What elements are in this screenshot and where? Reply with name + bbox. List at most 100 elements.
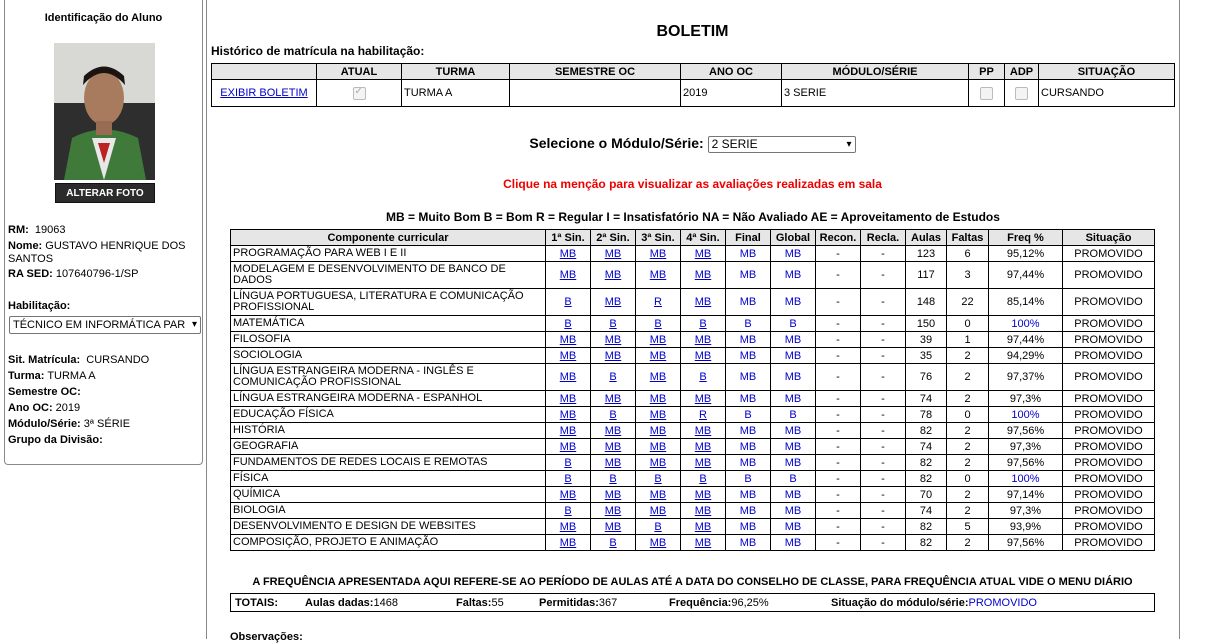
grade-link[interactable]: MB <box>560 489 577 501</box>
grade-link[interactable]: MB <box>605 269 622 281</box>
grade-link[interactable]: MB <box>695 350 712 362</box>
component-name: PROGRAMAÇÃO PARA WEB I E II <box>230 245 546 262</box>
grade-link[interactable]: MB <box>650 489 667 501</box>
reconsideration: - <box>815 502 861 519</box>
grade-link[interactable]: MB <box>695 248 712 260</box>
grade-link[interactable]: MB <box>650 371 667 383</box>
history-semestre <box>509 79 681 107</box>
grade-link[interactable]: MB <box>560 334 577 346</box>
grade-link[interactable]: MB <box>650 269 667 281</box>
grade-link[interactable]: B <box>564 318 571 330</box>
habilitation-select[interactable]: TÉCNICO EM INFORMÁTICA PAR ▾ <box>9 316 201 334</box>
grade-link[interactable]: MB <box>560 537 577 549</box>
status: PROMOVIDO <box>1062 486 1155 503</box>
grade-link[interactable]: MB <box>695 269 712 281</box>
history-col-6: PP <box>968 63 1005 80</box>
rm-row: RM: 19063 <box>8 224 66 236</box>
grade-link[interactable]: MB <box>560 269 577 281</box>
frequency: 97,44% <box>988 261 1063 289</box>
grade-link[interactable]: MB <box>650 537 667 549</box>
grade-link[interactable]: B <box>699 371 706 383</box>
grade-link[interactable]: MB <box>650 350 667 362</box>
modulo-row: Módulo/Série: 3ª SÉRIE <box>8 418 131 430</box>
grade-link[interactable]: MB <box>605 505 622 517</box>
grade-link[interactable]: MB <box>560 425 577 437</box>
grade-link[interactable]: MB <box>695 296 712 308</box>
grade-link[interactable]: MB <box>650 393 667 405</box>
final-grade: MB <box>725 347 771 364</box>
rm-value: 19063 <box>34 224 66 236</box>
grade-link[interactable]: B <box>564 296 571 308</box>
grade-link[interactable]: B <box>564 473 571 485</box>
classes-count: 117 <box>905 261 947 289</box>
grade-link[interactable]: B <box>609 473 616 485</box>
grade-link[interactable]: MB <box>650 409 667 421</box>
component-name: HISTÓRIA <box>230 422 546 439</box>
ano-row: Ano OC: 2019 <box>8 402 81 414</box>
grade-link[interactable]: B <box>609 371 616 383</box>
complaint: - <box>860 422 906 439</box>
grade-link[interactable]: R <box>654 296 662 308</box>
grade-link[interactable]: B <box>609 537 616 549</box>
grade-link[interactable]: MB <box>695 441 712 453</box>
grade-link[interactable]: MB <box>650 441 667 453</box>
grade-link[interactable]: MB <box>605 521 622 533</box>
grade-link[interactable]: B <box>564 505 571 517</box>
grade-link[interactable]: MB <box>560 350 577 362</box>
grade-link[interactable]: R <box>699 409 707 421</box>
grade-link[interactable]: MB <box>695 393 712 405</box>
grade-link[interactable]: MB <box>560 248 577 260</box>
grade-link[interactable]: B <box>654 473 661 485</box>
table-row: LÍNGUA PORTUGUESA, LITERATURA E COMUNICA… <box>230 288 1155 316</box>
grade-link[interactable]: MB <box>695 489 712 501</box>
grade-link[interactable]: MB <box>650 334 667 346</box>
final-grade: MB <box>725 422 771 439</box>
grade-link[interactable]: MB <box>605 425 622 437</box>
grade-link[interactable]: B <box>654 318 661 330</box>
grade-link[interactable]: MB <box>650 425 667 437</box>
grade-link[interactable]: MB <box>695 537 712 549</box>
grade-link[interactable]: MB <box>695 334 712 346</box>
grades-col-8: Recla. <box>860 229 906 246</box>
grade-link[interactable]: MB <box>605 296 622 308</box>
grade-link[interactable]: MB <box>560 393 577 405</box>
grades-col-4: 4ª Sin. <box>680 229 726 246</box>
module-select[interactable]: 2 SERIE ▾ <box>707 135 856 153</box>
grade-link[interactable]: MB <box>650 457 667 469</box>
grade-link[interactable]: MB <box>605 248 622 260</box>
grade-link[interactable]: MB <box>605 393 622 405</box>
grade-link[interactable]: B <box>609 318 616 330</box>
history-col-1: ATUAL <box>316 63 402 80</box>
grade-link[interactable]: MB <box>560 441 577 453</box>
chevron-down-icon: ▾ <box>846 138 852 150</box>
grade-link[interactable]: MB <box>605 334 622 346</box>
grade-link[interactable]: B <box>699 318 706 330</box>
grade-link[interactable]: MB <box>695 425 712 437</box>
grade-link[interactable]: B <box>564 457 571 469</box>
grade-link[interactable]: MB <box>695 521 712 533</box>
grade-link[interactable]: MB <box>650 505 667 517</box>
grade-link[interactable]: MB <box>695 457 712 469</box>
grade-link[interactable]: MB <box>605 441 622 453</box>
grade-link[interactable]: MB <box>650 248 667 260</box>
grade-link[interactable]: B <box>699 473 706 485</box>
reconsideration: - <box>815 470 861 487</box>
module-situation: Situação do módulo/série: PROMOVIDO <box>831 596 1037 609</box>
show-report-link[interactable]: EXIBIR BOLETIM <box>220 87 307 99</box>
absences-count: 2 <box>946 390 989 407</box>
reconsideration: - <box>815 245 861 262</box>
grade-link[interactable]: MB <box>695 505 712 517</box>
grade-link[interactable]: MB <box>605 457 622 469</box>
grade-link[interactable]: MB <box>560 521 577 533</box>
change-photo-button[interactable]: ALTERAR FOTO <box>55 183 155 203</box>
grade-link[interactable]: MB <box>605 489 622 501</box>
grades-col-1: 1ª Sin. <box>545 229 591 246</box>
grades-col-12: Situação <box>1062 229 1155 246</box>
grade-link[interactable]: MB <box>560 371 577 383</box>
table-row: LÍNGUA ESTRANGEIRA MODERNA - INGLÊS E CO… <box>230 363 1155 391</box>
grade-link[interactable]: MB <box>605 350 622 362</box>
grade-link[interactable]: B <box>609 409 616 421</box>
grade-link[interactable]: MB <box>560 409 577 421</box>
grade-link[interactable]: B <box>654 521 661 533</box>
grupo-row: Grupo da Divisão: <box>8 434 103 446</box>
